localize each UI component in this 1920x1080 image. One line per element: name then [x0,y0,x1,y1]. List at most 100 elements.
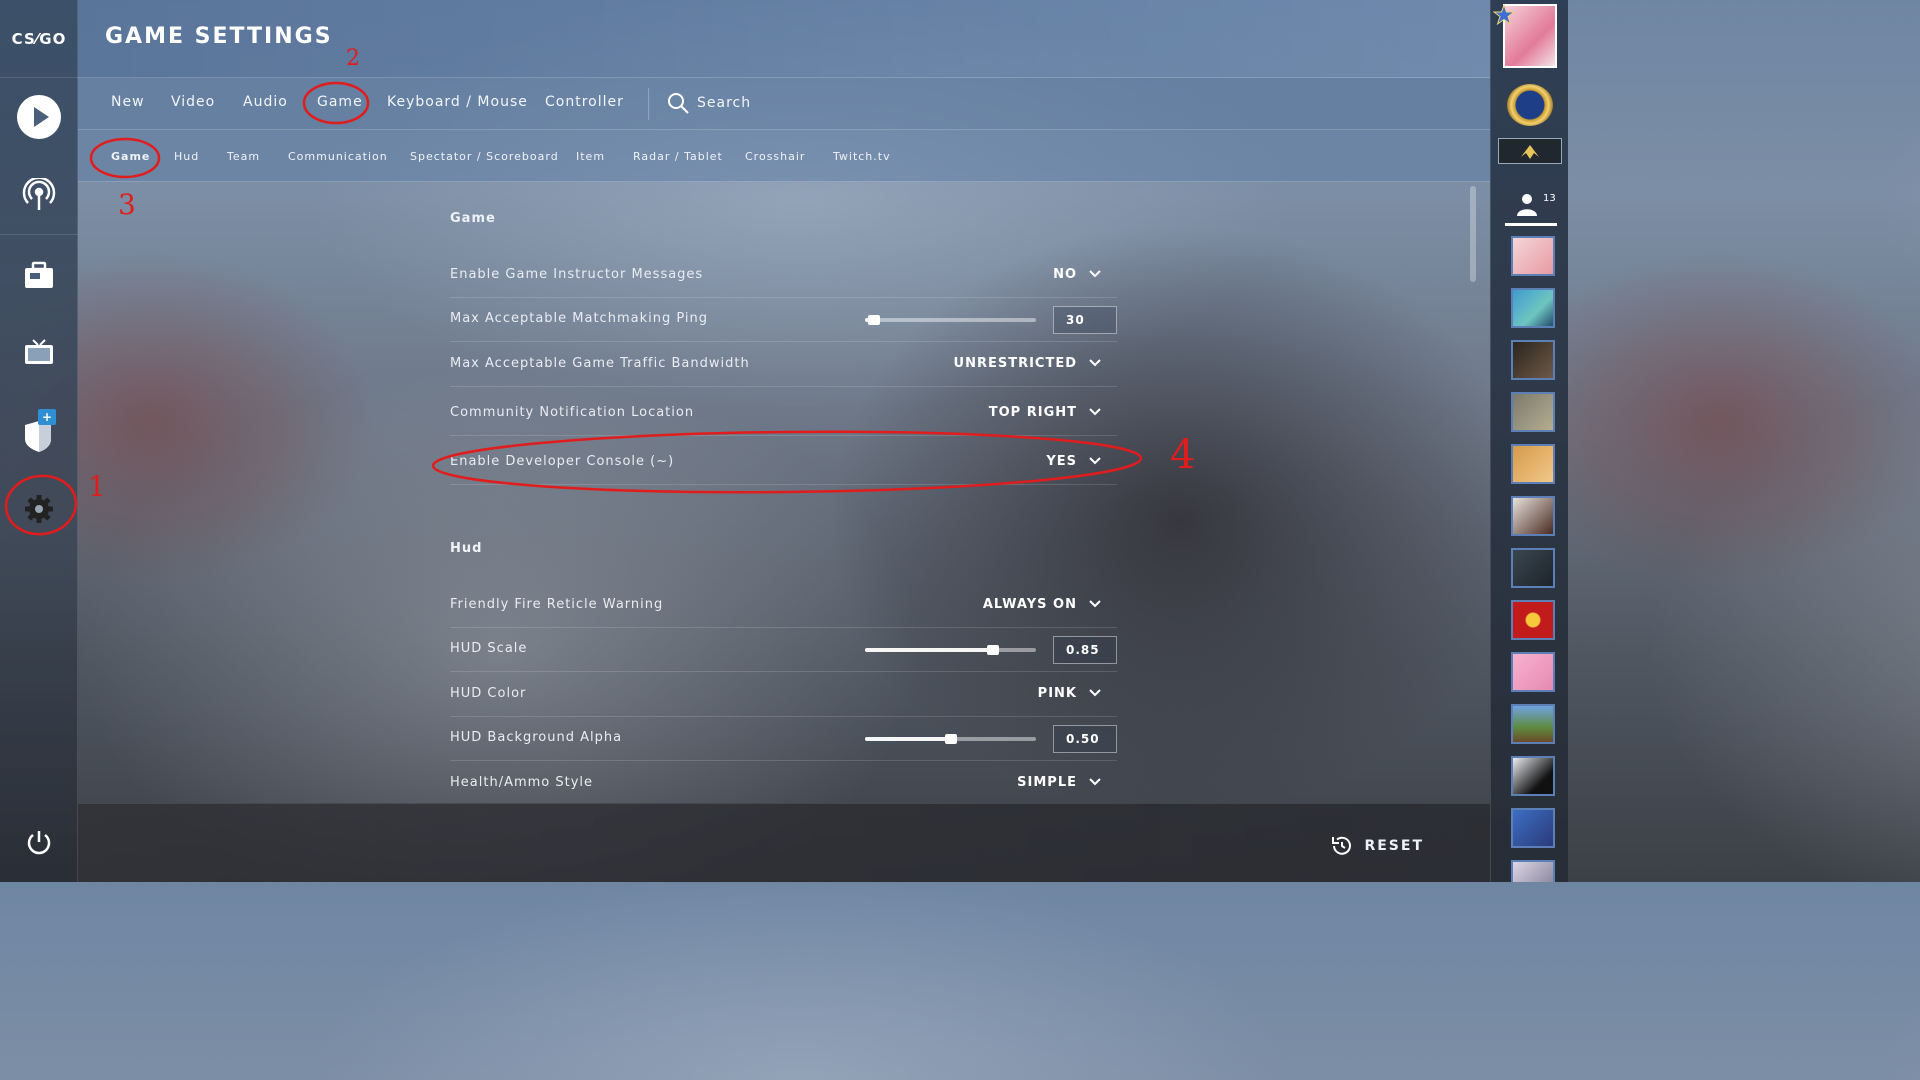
hud-scale-slider[interactable] [865,645,1036,655]
sidebar-divider [0,234,78,235]
subtab-crosshair[interactable]: Crosshair [745,150,805,163]
chevron-down-icon[interactable] [1089,268,1101,280]
subtab-team[interactable]: Team [227,150,260,163]
friend-avatar[interactable] [1511,548,1555,588]
tab-video[interactable]: Video [171,94,215,110]
friend-avatar[interactable] [1511,860,1555,882]
dropdown-value[interactable]: PINK [1038,686,1077,701]
subtab-radar-tablet[interactable]: Radar / Tablet [633,150,723,163]
setting-label: Max Acceptable Matchmaking Ping [450,311,708,326]
inventory-button[interactable] [0,242,78,308]
subtab-spectator-scoreboard[interactable]: Spectator / Scoreboard [410,150,559,163]
subtab-twitch[interactable]: Twitch.tv [833,150,891,163]
dropdown-value[interactable]: SIMPLE [1017,775,1077,790]
dropdown-value[interactable]: NO [1053,267,1077,282]
reset-icon [1332,836,1352,855]
setting-row[interactable]: Community Notification Location TOP RIGH… [450,392,1117,436]
setting-row[interactable]: HUD Color PINK [450,673,1117,717]
friend-avatar[interactable] [1511,392,1555,432]
profile-rank-medal[interactable] [1507,84,1553,126]
subtab-game[interactable]: Game [111,150,150,163]
subtab-hud[interactable]: Hud [174,150,199,163]
tab-controller[interactable]: Controller [545,94,624,110]
setting-label: Health/Ammo Style [450,775,594,790]
slider-handle[interactable] [867,315,880,325]
subtab-item[interactable]: Item [576,150,605,163]
setting-row[interactable]: Max Acceptable Game Traffic Bandwidth UN… [450,343,1117,387]
tab-audio[interactable]: Audio [243,94,288,110]
dropdown-value[interactable]: YES [1046,454,1077,469]
chevron-down-icon[interactable] [1089,598,1101,610]
chevron-down-icon[interactable] [1089,687,1101,699]
search-label: Search [697,95,752,111]
annotation-label-3: 3 [118,188,136,221]
section-title-hud: Hud [450,541,483,556]
chevron-down-icon[interactable] [1089,776,1101,788]
ping-input[interactable]: 30 [1053,306,1117,334]
dropdown-value[interactable]: ALWAYS ON [983,597,1077,612]
watch-button[interactable] [0,320,78,386]
setting-row[interactable]: Friendly Fire Reticle Warning ALWAYS ON [450,584,1117,628]
csgo-logo: CS⁄GO [0,0,78,78]
friend-avatar[interactable] [1511,444,1555,484]
shield-icon: + [25,409,56,452]
sub-tabs: Game Hud Team Communication Spectator / … [78,130,1490,182]
operation-button[interactable]: + [0,398,78,464]
annotation-label-2: 2 [346,46,360,71]
chevron-down-icon[interactable] [1089,455,1101,467]
slider-handle[interactable] [987,645,1000,655]
friend-avatar[interactable] [1511,704,1555,744]
bottom-bar: RESET [78,803,1490,882]
tab-game[interactable]: Game [317,94,363,110]
setting-row[interactable]: Enable Game Instructor Messages NO [450,254,1117,298]
friend-avatar[interactable] [1511,236,1555,276]
dropdown-value[interactable]: TOP RIGHT [989,405,1077,420]
broadcast-button[interactable] [0,162,78,228]
setting-row: HUD Scale 0.85 [450,628,1117,672]
annotation-label-4: 4 [1170,432,1196,478]
play-button[interactable] [0,84,78,150]
friend-avatar[interactable] [1511,600,1555,640]
gear-icon [25,495,53,523]
setting-label: Enable Game Instructor Messages [450,267,704,282]
setting-row: HUD Background Alpha 0.50 [450,717,1117,761]
ping-slider[interactable] [865,315,1036,325]
friend-avatar[interactable] [1511,340,1555,380]
annotation-label-1: 1 [88,470,106,503]
friend-avatar[interactable] [1511,652,1555,692]
tab-keyboard-mouse[interactable]: Keyboard / Mouse [387,94,528,110]
hud-scale-input[interactable]: 0.85 [1053,636,1117,664]
chevron-down-icon[interactable] [1089,357,1101,369]
reset-button[interactable]: RESET [1330,834,1424,858]
search-button[interactable]: Search [667,92,751,114]
main-tabs: New Video Audio Game Keyboard / Mouse Co… [78,78,1490,130]
friend-avatar[interactable] [1511,496,1555,536]
setting-row[interactable]: Health/Ammo Style SIMPLE [450,762,1117,806]
power-button[interactable] [0,810,78,876]
search-icon [668,93,689,114]
setting-row: Max Acceptable Matchmaking Ping 30 [450,298,1117,342]
setting-label: Community Notification Location [450,405,695,420]
skill-group-icon[interactable] [1498,138,1562,164]
friends-button[interactable]: 13 [1505,186,1557,226]
slider-handle[interactable] [944,734,957,744]
hud-alpha-input[interactable]: 0.50 [1053,725,1117,753]
power-icon [27,831,51,855]
scrollbar[interactable] [1470,186,1476,282]
friend-avatar[interactable] [1511,288,1555,328]
hud-alpha-slider[interactable] [865,734,1036,744]
slider-fill [865,737,951,741]
setting-label: Enable Developer Console (~) [450,454,675,469]
settings-button[interactable] [0,476,78,542]
user-icon [1517,194,1537,216]
star-icon [1493,4,1515,26]
tv-icon [25,339,53,364]
friend-avatar[interactable] [1511,756,1555,796]
dropdown-value[interactable]: UNRESTRICTED [954,356,1077,371]
chevron-down-icon[interactable] [1089,406,1101,418]
tab-new[interactable]: New [111,94,145,110]
right-sidebar: 13 [1490,0,1568,882]
friend-avatar[interactable] [1511,808,1555,848]
setting-row[interactable]: Enable Developer Console (~) YES [450,441,1117,485]
subtab-communication[interactable]: Communication [288,150,388,163]
